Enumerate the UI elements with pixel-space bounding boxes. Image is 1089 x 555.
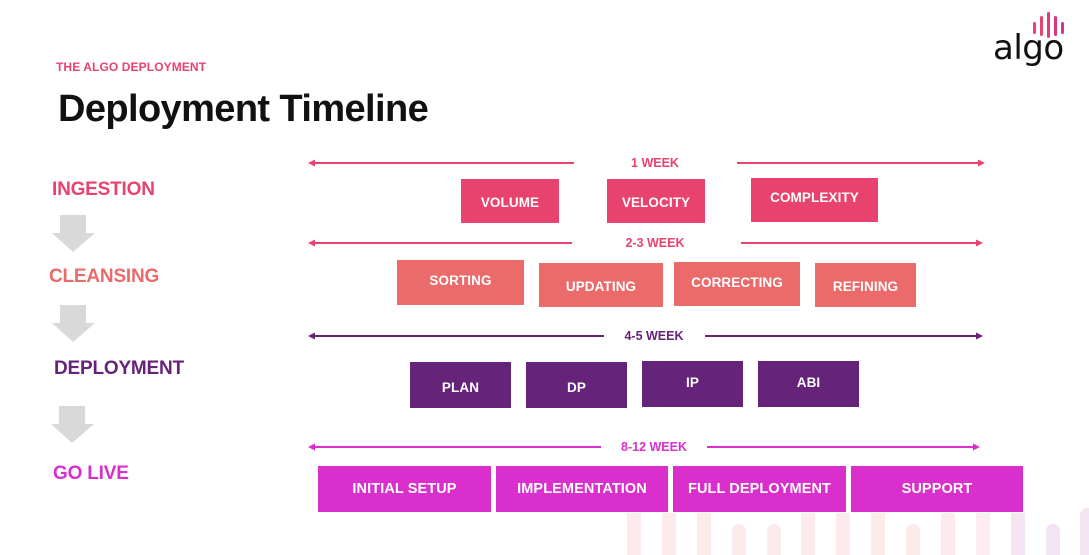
down-arrow-icon bbox=[51, 406, 95, 444]
stage-label-ingestion: INGESTION bbox=[52, 179, 155, 200]
bg-bar bbox=[732, 524, 746, 555]
step-box: INITIAL SETUP bbox=[318, 466, 491, 512]
duration-arrow-left bbox=[308, 331, 604, 341]
section-eyebrow: THE ALGO DEPLOYMENT bbox=[56, 60, 207, 74]
duration-arrow-right bbox=[705, 331, 983, 341]
duration-arrow-left bbox=[308, 442, 601, 452]
duration-label: 8-12 WEEK bbox=[621, 440, 687, 454]
duration-label: 1 WEEK bbox=[631, 156, 679, 170]
duration-arrow-right bbox=[741, 238, 983, 248]
step-box: IMPLEMENTATION bbox=[496, 466, 668, 512]
bg-bar bbox=[976, 513, 990, 555]
bg-bar bbox=[1011, 513, 1025, 555]
bg-bar bbox=[767, 524, 781, 555]
step-box: VOLUME bbox=[461, 179, 559, 223]
duration-label: 4-5 WEEK bbox=[624, 329, 684, 343]
down-arrow-icon bbox=[52, 305, 96, 343]
bg-bar bbox=[836, 513, 850, 555]
page-title: Deployment Timeline bbox=[58, 88, 429, 130]
step-box: SUPPORT bbox=[851, 466, 1023, 512]
step-box: FULL DEPLOYMENT bbox=[673, 466, 846, 512]
bg-bar bbox=[941, 513, 955, 555]
algo-logo: algo bbox=[985, 10, 1075, 80]
step-box: DP bbox=[526, 362, 627, 408]
stage-label-deployment: DEPLOYMENT bbox=[54, 358, 184, 379]
step-box: PLAN bbox=[410, 362, 511, 408]
logo-wordmark: algo bbox=[993, 28, 1064, 68]
duration-arrow-left bbox=[308, 158, 574, 168]
bg-bar bbox=[906, 524, 920, 555]
bg-bar bbox=[662, 513, 676, 555]
step-box: IP bbox=[642, 361, 743, 407]
step-box: SORTING bbox=[397, 260, 524, 305]
bg-bar bbox=[871, 513, 885, 555]
duration-arrow-left bbox=[308, 238, 572, 248]
stage-label-cleansing: CLEANSING bbox=[49, 266, 160, 287]
duration-arrow-right bbox=[737, 158, 985, 168]
step-box: ABI bbox=[758, 361, 859, 407]
stage-label-go-live: GO LIVE bbox=[53, 463, 129, 484]
bg-bar bbox=[697, 513, 711, 555]
duration-arrow-right bbox=[707, 442, 980, 452]
bg-bar bbox=[1080, 508, 1089, 555]
down-arrow-icon bbox=[52, 215, 96, 253]
step-box: COMPLEXITY bbox=[751, 178, 878, 222]
bg-bar bbox=[627, 513, 641, 555]
step-box: UPDATING bbox=[539, 263, 663, 307]
bg-bar bbox=[1046, 524, 1060, 555]
step-box: REFINING bbox=[815, 263, 916, 307]
step-box: CORRECTING bbox=[674, 262, 800, 306]
duration-label: 2-3 WEEK bbox=[625, 236, 685, 250]
bg-bar bbox=[801, 513, 815, 555]
step-box: VELOCITY bbox=[607, 179, 705, 223]
